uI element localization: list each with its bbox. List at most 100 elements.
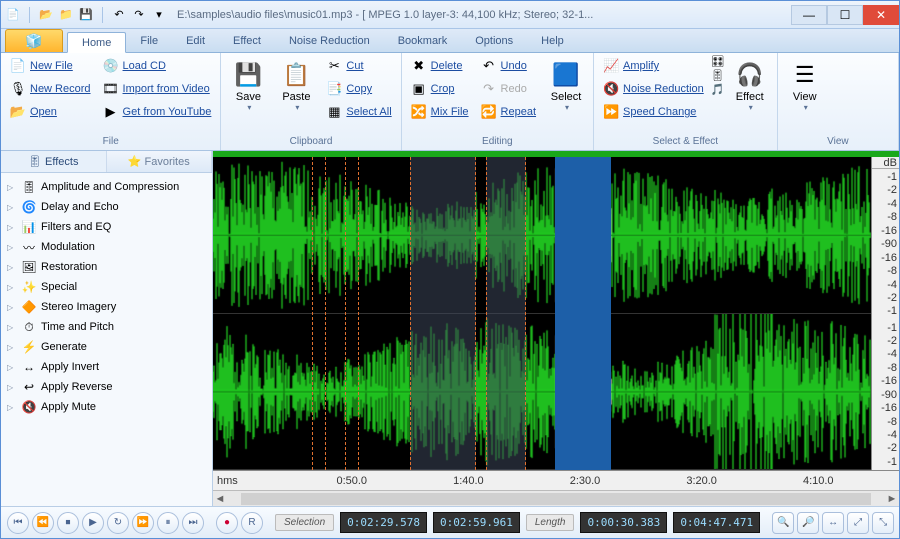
record-button[interactable]: ● [216, 512, 238, 534]
marker-line[interactable] [345, 157, 346, 470]
waveform-tracks[interactable] [213, 157, 871, 470]
time-ruler[interactable]: hms 0:50.01:40.02:30.03:20.04:10.0 [213, 470, 899, 490]
redo-button[interactable]: ↷Redo [476, 78, 541, 100]
stop-button[interactable]: ⏹ [57, 512, 79, 534]
redo-icon[interactable]: ↷ [131, 7, 147, 23]
tree-node[interactable]: ▷🎚Amplitude and Compression [3, 177, 210, 197]
cut-button[interactable]: ✂Cut [321, 55, 396, 77]
pause-button[interactable]: ⏸ [157, 512, 179, 534]
speed-change-button[interactable]: ⏩Speed Change [598, 101, 709, 123]
ribbon-tab-options[interactable]: Options [461, 31, 527, 52]
crop-button[interactable]: ▣Crop [406, 78, 474, 100]
selection-region[interactable] [555, 157, 611, 470]
sidebar-tab-effects[interactable]: 🎚 Effects [1, 151, 107, 172]
ribbon-tab-edit[interactable]: Edit [172, 31, 219, 52]
ribbon-tab-bookmark[interactable]: Bookmark [384, 31, 462, 52]
horizontal-scrollbar[interactable]: ◄ ► [213, 490, 899, 506]
tree-node[interactable]: ▷🖼Restoration [3, 257, 210, 277]
load-cd-button[interactable]: 💿Load CD [98, 55, 217, 77]
selection-region[interactable] [410, 157, 476, 470]
loop-button[interactable]: ↻ [107, 512, 129, 534]
zoom-fit-button[interactable]: ⤢ [847, 512, 869, 534]
zoom-full-button[interactable]: ⤡ [872, 512, 894, 534]
tree-node[interactable]: ▷🔇Apply Mute [3, 397, 210, 417]
marker-line[interactable] [312, 157, 313, 470]
expand-icon[interactable]: ▷ [7, 183, 17, 192]
play-button[interactable]: ▶ [82, 512, 104, 534]
effect-button[interactable]: 🎧Effect [727, 55, 773, 116]
expand-icon[interactable]: ▷ [7, 383, 17, 392]
zoom-in-button[interactable]: 🔍 [772, 512, 794, 534]
app-button[interactable]: 🧊 [5, 29, 63, 52]
scroll-track[interactable] [241, 493, 871, 505]
skip-end-button[interactable]: ⏭ [182, 512, 204, 534]
expand-icon[interactable]: ▷ [7, 323, 17, 332]
tree-node[interactable]: ▷✨Special [3, 277, 210, 297]
expand-icon[interactable]: ▷ [7, 283, 17, 292]
tree-node[interactable]: ▷⚡Generate [3, 337, 210, 357]
open-icon[interactable]: 📂 [38, 7, 54, 23]
zoom-selection-button[interactable]: ↔ [822, 512, 844, 534]
marker-line[interactable] [325, 157, 326, 470]
selection-region[interactable] [486, 157, 525, 470]
expand-icon[interactable]: ▷ [7, 203, 17, 212]
minimize-button[interactable]: — [791, 5, 827, 25]
ribbon-tab-noise-reduction[interactable]: Noise Reduction [275, 31, 384, 52]
ribbon-tab-file[interactable]: File [126, 31, 172, 52]
ribbon-tab-help[interactable]: Help [527, 31, 578, 52]
tree-node[interactable]: ▷〰Modulation [3, 237, 210, 257]
select-button[interactable]: 🟦Select [543, 55, 589, 116]
sidebar-tab-favorites[interactable]: ⭐ Favorites [107, 151, 213, 172]
undo-icon[interactable]: ↶ [111, 7, 127, 23]
expand-icon[interactable]: ▷ [7, 263, 17, 272]
close-button[interactable]: ✕ [863, 5, 899, 25]
expand-icon[interactable]: ▷ [7, 223, 17, 232]
copy-button[interactable]: 📑Copy [321, 78, 396, 100]
ribbon-tab-home[interactable]: Home [67, 32, 126, 53]
import-video-button[interactable]: 🎞Import from Video [98, 78, 217, 100]
expand-icon[interactable]: ▷ [7, 243, 17, 252]
maximize-button[interactable]: ☐ [827, 5, 863, 25]
time-tick: 3:20.0 [686, 475, 717, 487]
tree-node[interactable]: ▷↩Apply Reverse [3, 377, 210, 397]
forward-button[interactable]: ⏩ [132, 512, 154, 534]
new-file-button[interactable]: 📄New File [5, 55, 96, 77]
tree-node[interactable]: ▷⏱Time and Pitch [3, 317, 210, 337]
effect-icon[interactable]: 🎵 [711, 83, 725, 96]
paste-button[interactable]: 📋Paste [273, 55, 319, 116]
open-button[interactable]: 📂Open [5, 101, 96, 123]
ribbon-tab-effect[interactable]: Effect [219, 31, 275, 52]
expand-icon[interactable]: ▷ [7, 403, 17, 412]
expand-icon[interactable]: ▷ [7, 303, 17, 312]
zoom-out-button[interactable]: 🔎 [797, 512, 819, 534]
save-icon[interactable]: 💾 [78, 7, 94, 23]
select-all-button[interactable]: ▦Select All [321, 101, 396, 123]
expand-icon[interactable]: ▷ [7, 343, 17, 352]
tree-node[interactable]: ▷📊Filters and EQ [3, 217, 210, 237]
noise-reduction-button[interactable]: 🔇Noise Reduction [598, 78, 709, 100]
undo-button[interactable]: ↶Undo [476, 55, 541, 77]
dropdown-icon[interactable]: ▾ [151, 7, 167, 23]
effect-icon[interactable]: 🎚 [711, 69, 725, 82]
open-icon[interactable]: 📁 [58, 7, 74, 23]
record-mode-button[interactable]: R [241, 512, 263, 534]
tree-node[interactable]: ▷↔Apply Invert [3, 357, 210, 377]
marker-line[interactable] [358, 157, 359, 470]
scroll-left-icon[interactable]: ◄ [213, 493, 227, 505]
skip-start-button[interactable]: ⏮ [7, 512, 29, 534]
rewind-button[interactable]: ⏪ [32, 512, 54, 534]
effect-icon[interactable]: 🎛 [711, 55, 725, 68]
scroll-right-icon[interactable]: ► [885, 493, 899, 505]
youtube-button[interactable]: ▶Get from YouTube [98, 101, 217, 123]
view-button[interactable]: ☰View [782, 55, 828, 116]
tree-node[interactable]: ▷🌀Delay and Echo [3, 197, 210, 217]
new-icon[interactable]: 📄 [5, 7, 21, 23]
expand-icon[interactable]: ▷ [7, 363, 17, 372]
tree-node[interactable]: ▷🔶Stereo Imagery [3, 297, 210, 317]
delete-button[interactable]: ✖Delete [406, 55, 474, 77]
mix-file-button[interactable]: 🔀Mix File [406, 101, 474, 123]
save-button[interactable]: 💾Save [225, 55, 271, 116]
new-record-button[interactable]: 🎙New Record [5, 78, 96, 100]
amplify-button[interactable]: 📈Amplify [598, 55, 709, 77]
repeat-button[interactable]: 🔁Repeat [476, 101, 541, 123]
